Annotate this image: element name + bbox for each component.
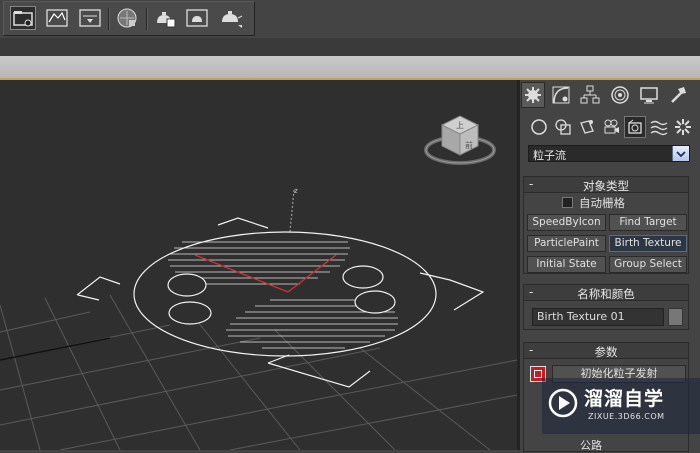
- toolbar-strip: [0, 38, 700, 56]
- name-color-rollout: - 名称和颜色 Birth Texture 01: [523, 284, 689, 330]
- object-color-swatch[interactable]: [668, 308, 683, 326]
- object-type-rollout: - 对象类型 自动栅格 SpeedByIcon Find Target Part…: [523, 176, 689, 274]
- toolbar-group: [3, 1, 255, 36]
- category-dropdown-value: 粒子流: [533, 149, 566, 162]
- space-warps-subcategory-icon[interactable]: [648, 116, 670, 138]
- main-toolbar: [0, 0, 700, 38]
- schematic-view-icon[interactable]: [77, 6, 103, 30]
- find-target-button[interactable]: Find Target: [609, 214, 687, 231]
- name-color-rollout-header[interactable]: - 名称和颜色: [524, 285, 688, 301]
- systems-subcategory-icon[interactable]: [672, 116, 694, 138]
- axis-z-label: z: [294, 187, 298, 195]
- viewport-canvas: 上 前 z: [0, 115, 517, 450]
- curve-editor-icon[interactable]: [44, 6, 70, 30]
- lights-subcategory-icon[interactable]: [576, 116, 598, 138]
- shapes-subcategory-icon[interactable]: [552, 116, 574, 138]
- autogrid-label: 自动栅格: [579, 196, 625, 210]
- utilities-tab[interactable]: [666, 82, 690, 108]
- cameras-subcategory-icon[interactable]: [600, 116, 622, 138]
- viewcube-front-label: 前: [465, 140, 473, 150]
- helpers-subcategory-icon[interactable]: [624, 116, 646, 138]
- modify-tab[interactable]: [549, 82, 573, 108]
- watermark-subtitle: ZIXUE.3D66.COM: [588, 412, 665, 421]
- parameters-rollout-header[interactable]: - 参数: [524, 343, 688, 359]
- render-production-icon[interactable]: [218, 6, 244, 30]
- birth-texture-helper[interactable]: z: [76, 187, 485, 388]
- object-name-field[interactable]: Birth Texture 01: [532, 308, 664, 326]
- watermark: 溜溜自学 ZIXUE.3D66.COM: [542, 378, 700, 434]
- rendered-frame-icon[interactable]: [184, 6, 210, 30]
- play-logo-icon: [548, 388, 578, 418]
- initial-state-button[interactable]: Initial State: [527, 256, 606, 273]
- motion-tab[interactable]: [608, 82, 632, 108]
- layer-manager-icon[interactable]: [10, 6, 36, 30]
- category-dropdown[interactable]: 粒子流: [528, 145, 690, 162]
- name-color-title: 名称和颜色: [577, 287, 635, 301]
- viewcube-top-label: 上: [456, 121, 464, 130]
- material-editor-icon[interactable]: [114, 6, 140, 30]
- object-type-title: 对象类型: [583, 179, 629, 193]
- group-select-button[interactable]: Group Select: [609, 256, 687, 273]
- object-type-rollout-header[interactable]: - 对象类型: [524, 177, 688, 193]
- create-tab[interactable]: [521, 82, 545, 108]
- watermark-title: 溜溜自学: [584, 388, 665, 410]
- toolbar-separator: [146, 8, 148, 30]
- display-tab[interactable]: [637, 82, 661, 108]
- particlepaint-button[interactable]: ParticlePaint: [527, 235, 606, 252]
- geometry-subcategory-icon[interactable]: [528, 116, 550, 138]
- grid-axis-line: [0, 337, 111, 361]
- parameters-title: 参数: [594, 345, 618, 359]
- perspective-viewport[interactable]: 上 前 z: [0, 80, 517, 450]
- autogrid-checkbox[interactable]: [562, 197, 573, 208]
- viewcube[interactable]: 上 前: [424, 115, 496, 165]
- parameter-label: 公路: [580, 439, 602, 452]
- speedbyicon-button[interactable]: SpeedByIcon: [527, 214, 606, 231]
- toolbar-separator: [108, 8, 110, 30]
- render-setup-icon[interactable]: [152, 6, 178, 30]
- chevron-down-icon[interactable]: [672, 146, 689, 161]
- ribbon-bar: [0, 56, 700, 80]
- hierarchy-tab[interactable]: [578, 82, 602, 108]
- birth-texture-button[interactable]: Birth Texture: [609, 235, 687, 252]
